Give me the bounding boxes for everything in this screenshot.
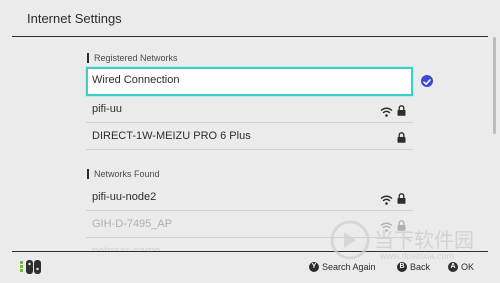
network-row-pifi-uu[interactable]: pifi-uu [86, 96, 413, 123]
joycon-icon [20, 259, 44, 275]
ok-label: OK [461, 262, 475, 272]
row-divider [86, 149, 413, 150]
lock-icon [397, 218, 406, 231]
y-button-icon: Y [309, 262, 319, 272]
ok-hint[interactable]: A OK [448, 261, 474, 273]
network-row-pifi-uu-node2[interactable]: pifi-uu-node2 [86, 184, 413, 211]
back-hint[interactable]: B Back [397, 261, 430, 273]
scrollbar[interactable] [493, 37, 496, 134]
back-label: Back [410, 262, 431, 272]
connected-check-icon [421, 75, 433, 87]
network-name: pifi-uu [92, 103, 122, 115]
header: Internet Settings [0, 0, 500, 36]
network-row-direct-meizu[interactable]: DIRECT-1W-MEIZU PRO 6 Plus [86, 123, 413, 150]
b-button-icon: B [397, 262, 407, 272]
a-button-icon: A [448, 262, 458, 272]
lock-icon [397, 130, 406, 143]
wifi-icon [380, 104, 393, 117]
wifi-icon [380, 192, 393, 205]
network-row-gih-d-7495[interactable]: GIH-D-7495_AP [86, 211, 413, 238]
search-again-hint[interactable]: Y Search Again [309, 261, 376, 273]
section-label-found: Networks Found [87, 169, 160, 179]
network-name: pifi-uu-node2 [92, 191, 157, 203]
network-row-wired-connection[interactable]: Wired Connection [86, 67, 413, 96]
header-divider [12, 36, 488, 37]
search-again-label: Search Again [322, 262, 376, 272]
network-row-partial[interactable]: netgear-game [86, 238, 413, 251]
wifi-icon [380, 219, 393, 232]
lock-icon [397, 191, 406, 204]
network-name: netgear-game [92, 245, 161, 251]
section-label-registered: Registered Networks [87, 53, 178, 63]
network-name: DIRECT-1W-MEIZU PRO 6 Plus [92, 130, 251, 142]
network-name: Wired Connection [92, 74, 180, 86]
page-title: Internet Settings [27, 11, 122, 26]
lock-icon [397, 103, 406, 116]
network-name: GIH-D-7495_AP [92, 218, 173, 230]
